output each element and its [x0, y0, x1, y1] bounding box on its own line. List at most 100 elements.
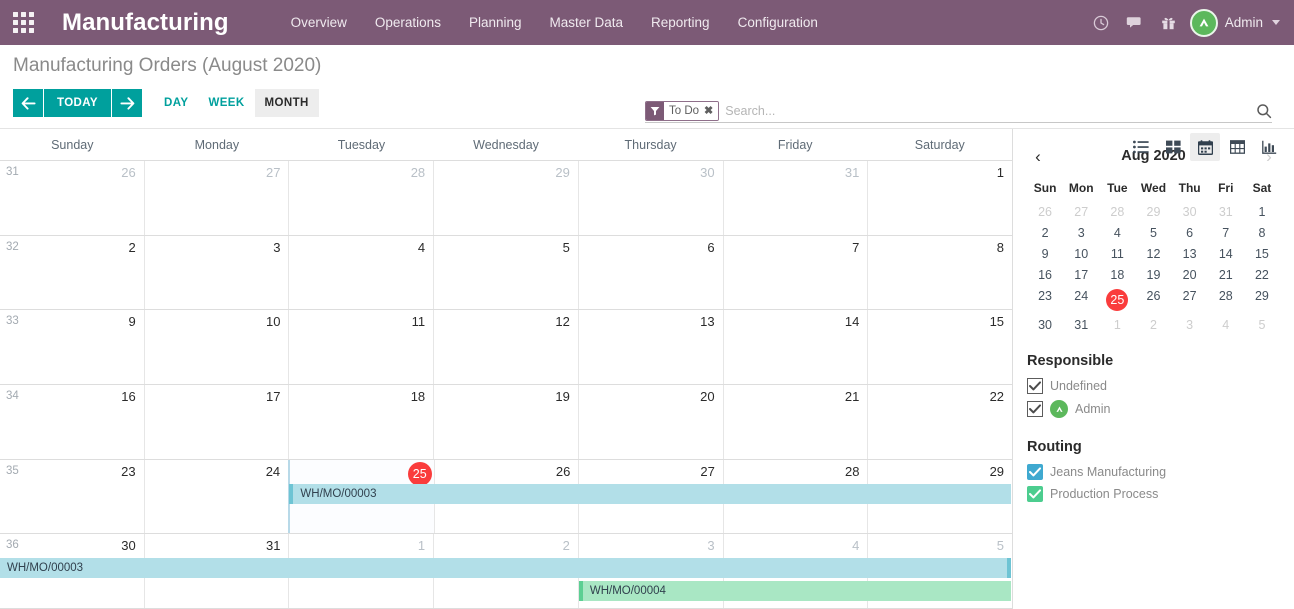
filter-checkbox[interactable] — [1027, 401, 1043, 417]
mini-calendar-day[interactable]: 31 — [1063, 315, 1099, 335]
mini-calendar-day[interactable]: 23 — [1027, 286, 1063, 314]
calendar-day-cell[interactable]: 15 — [867, 310, 1012, 384]
mini-calendar-day[interactable]: 26 — [1027, 202, 1063, 222]
calendar-event[interactable]: WH/MO/00003 — [0, 558, 1011, 578]
scale-week-button[interactable]: WEEK — [198, 89, 254, 117]
graph-view-icon[interactable] — [1254, 133, 1284, 161]
calendar-day-cell[interactable]: 23 — [0, 460, 144, 534]
today-button[interactable]: TODAY — [44, 89, 111, 117]
mini-calendar-day[interactable]: 18 — [1099, 265, 1135, 285]
mini-calendar-day[interactable]: 27 — [1063, 202, 1099, 222]
calendar-day-cell[interactable]: 12 — [433, 310, 578, 384]
clock-icon[interactable] — [1084, 0, 1118, 45]
mini-calendar-day[interactable]: 21 — [1208, 265, 1244, 285]
filter-checkbox[interactable] — [1027, 464, 1043, 480]
next-period-button[interactable] — [112, 89, 142, 117]
calendar-day-cell[interactable]: 18 — [288, 385, 433, 459]
calendar-day-cell[interactable]: 26 — [0, 161, 144, 235]
mini-calendar-day[interactable]: 27 — [1172, 286, 1208, 314]
sidebar-filter-item[interactable]: Undefined — [1027, 375, 1280, 397]
calendar-day-cell[interactable]: 13 — [578, 310, 723, 384]
mini-calendar-day[interactable]: 7 — [1208, 223, 1244, 243]
mini-calendar-day[interactable]: 17 — [1063, 265, 1099, 285]
calendar-day-cell[interactable]: 14 — [723, 310, 868, 384]
mini-calendar-day[interactable]: 1 — [1099, 315, 1135, 335]
calendar-day-cell[interactable]: 17 — [144, 385, 289, 459]
calendar-day-cell[interactable]: 20 — [578, 385, 723, 459]
mini-calendar-day[interactable]: 11 — [1099, 244, 1135, 264]
mini-calendar-day[interactable]: 1 — [1244, 202, 1280, 222]
search-icon[interactable] — [1250, 103, 1272, 119]
calendar-day-cell[interactable]: 10 — [144, 310, 289, 384]
menu-item-operations[interactable]: Operations — [361, 0, 455, 45]
calendar-day-cell[interactable]: 8 — [867, 236, 1012, 310]
menu-item-overview[interactable]: Overview — [277, 0, 361, 45]
calendar-day-cell[interactable]: 5 — [433, 236, 578, 310]
menu-item-reporting[interactable]: Reporting — [637, 0, 724, 45]
mini-calendar-day[interactable]: 10 — [1063, 244, 1099, 264]
calendar-day-cell[interactable]: 2 — [0, 236, 144, 310]
app-brand-title[interactable]: Manufacturing — [62, 9, 229, 37]
kanban-view-icon[interactable] — [1158, 133, 1188, 161]
filter-checkbox[interactable] — [1027, 378, 1043, 394]
calendar-day-cell[interactable]: 24 — [144, 460, 289, 534]
scale-day-button[interactable]: DAY — [154, 89, 198, 117]
calendar-day-cell[interactable]: 28 — [288, 161, 433, 235]
sidebar-filter-item[interactable]: Admin — [1027, 397, 1280, 421]
calendar-day-cell[interactable]: 7 — [723, 236, 868, 310]
chat-icon[interactable] — [1118, 0, 1152, 45]
calendar-day-cell[interactable]: 29 — [433, 161, 578, 235]
mini-calendar-day[interactable]: 3 — [1172, 315, 1208, 335]
menu-item-master-data[interactable]: Master Data — [536, 0, 638, 45]
mini-calendar-day[interactable]: 20 — [1172, 265, 1208, 285]
mini-calendar-day[interactable]: 29 — [1135, 202, 1171, 222]
calendar-day-cell[interactable]: 22 — [867, 385, 1012, 459]
calendar-day-cell[interactable]: 11 — [288, 310, 433, 384]
scale-month-button[interactable]: MONTH — [255, 89, 319, 117]
calendar-day-cell[interactable]: 16 — [0, 385, 144, 459]
mini-calendar-day[interactable]: 29 — [1244, 286, 1280, 314]
calendar-day-cell[interactable]: 9 — [0, 310, 144, 384]
mini-calendar-prev-icon[interactable]: ‹ — [1027, 148, 1049, 165]
calendar-day-cell[interactable]: 1 — [867, 161, 1012, 235]
search-facet-todo[interactable]: To Do ✖ — [645, 101, 719, 121]
close-icon[interactable]: ✖ — [702, 102, 718, 120]
mini-calendar-day[interactable]: 12 — [1135, 244, 1171, 264]
mini-calendar-day[interactable]: 6 — [1172, 223, 1208, 243]
calendar-day-cell[interactable]: 4 — [288, 236, 433, 310]
mini-calendar-day[interactable]: 4 — [1099, 223, 1135, 243]
sidebar-filter-item[interactable]: Jeans Manufacturing — [1027, 461, 1280, 483]
calendar-day-cell[interactable]: 27 — [144, 161, 289, 235]
gift-icon[interactable] — [1152, 0, 1186, 45]
apps-menu-icon[interactable] — [0, 0, 46, 45]
mini-calendar-day[interactable]: 15 — [1244, 244, 1280, 264]
calendar-day-cell[interactable]: 31 — [723, 161, 868, 235]
calendar-day-cell[interactable]: 30 — [578, 161, 723, 235]
mini-calendar-day[interactable]: 24 — [1063, 286, 1099, 314]
mini-calendar-day[interactable]: 26 — [1135, 286, 1171, 314]
mini-calendar-day[interactable]: 5 — [1135, 223, 1171, 243]
pivot-view-icon[interactable] — [1222, 133, 1252, 161]
mini-calendar-day[interactable]: 28 — [1099, 202, 1135, 222]
mini-calendar-day[interactable]: 2 — [1027, 223, 1063, 243]
mini-calendar-day[interactable]: 16 — [1027, 265, 1063, 285]
calendar-view-icon[interactable] — [1190, 133, 1220, 161]
sidebar-filter-item[interactable]: Production Process — [1027, 483, 1280, 505]
search-input[interactable] — [719, 104, 1250, 118]
mini-calendar-day[interactable]: 2 — [1135, 315, 1171, 335]
calendar-day-cell[interactable]: 6 — [578, 236, 723, 310]
user-menu[interactable]: Admin — [1186, 9, 1286, 37]
mini-calendar-day[interactable]: 28 — [1208, 286, 1244, 314]
mini-calendar-day[interactable]: 13 — [1172, 244, 1208, 264]
mini-calendar-day[interactable]: 3 — [1063, 223, 1099, 243]
mini-calendar-day[interactable]: 31 — [1208, 202, 1244, 222]
menu-item-planning[interactable]: Planning — [455, 0, 536, 45]
mini-calendar-day[interactable]: 30 — [1172, 202, 1208, 222]
mini-calendar-day[interactable]: 14 — [1208, 244, 1244, 264]
filter-checkbox[interactable] — [1027, 486, 1043, 502]
prev-period-button[interactable] — [13, 89, 43, 117]
mini-calendar-day[interactable]: 4 — [1208, 315, 1244, 335]
mini-calendar-day[interactable]: 19 — [1135, 265, 1171, 285]
mini-calendar-day[interactable]: 9 — [1027, 244, 1063, 264]
calendar-day-cell[interactable]: 21 — [723, 385, 868, 459]
